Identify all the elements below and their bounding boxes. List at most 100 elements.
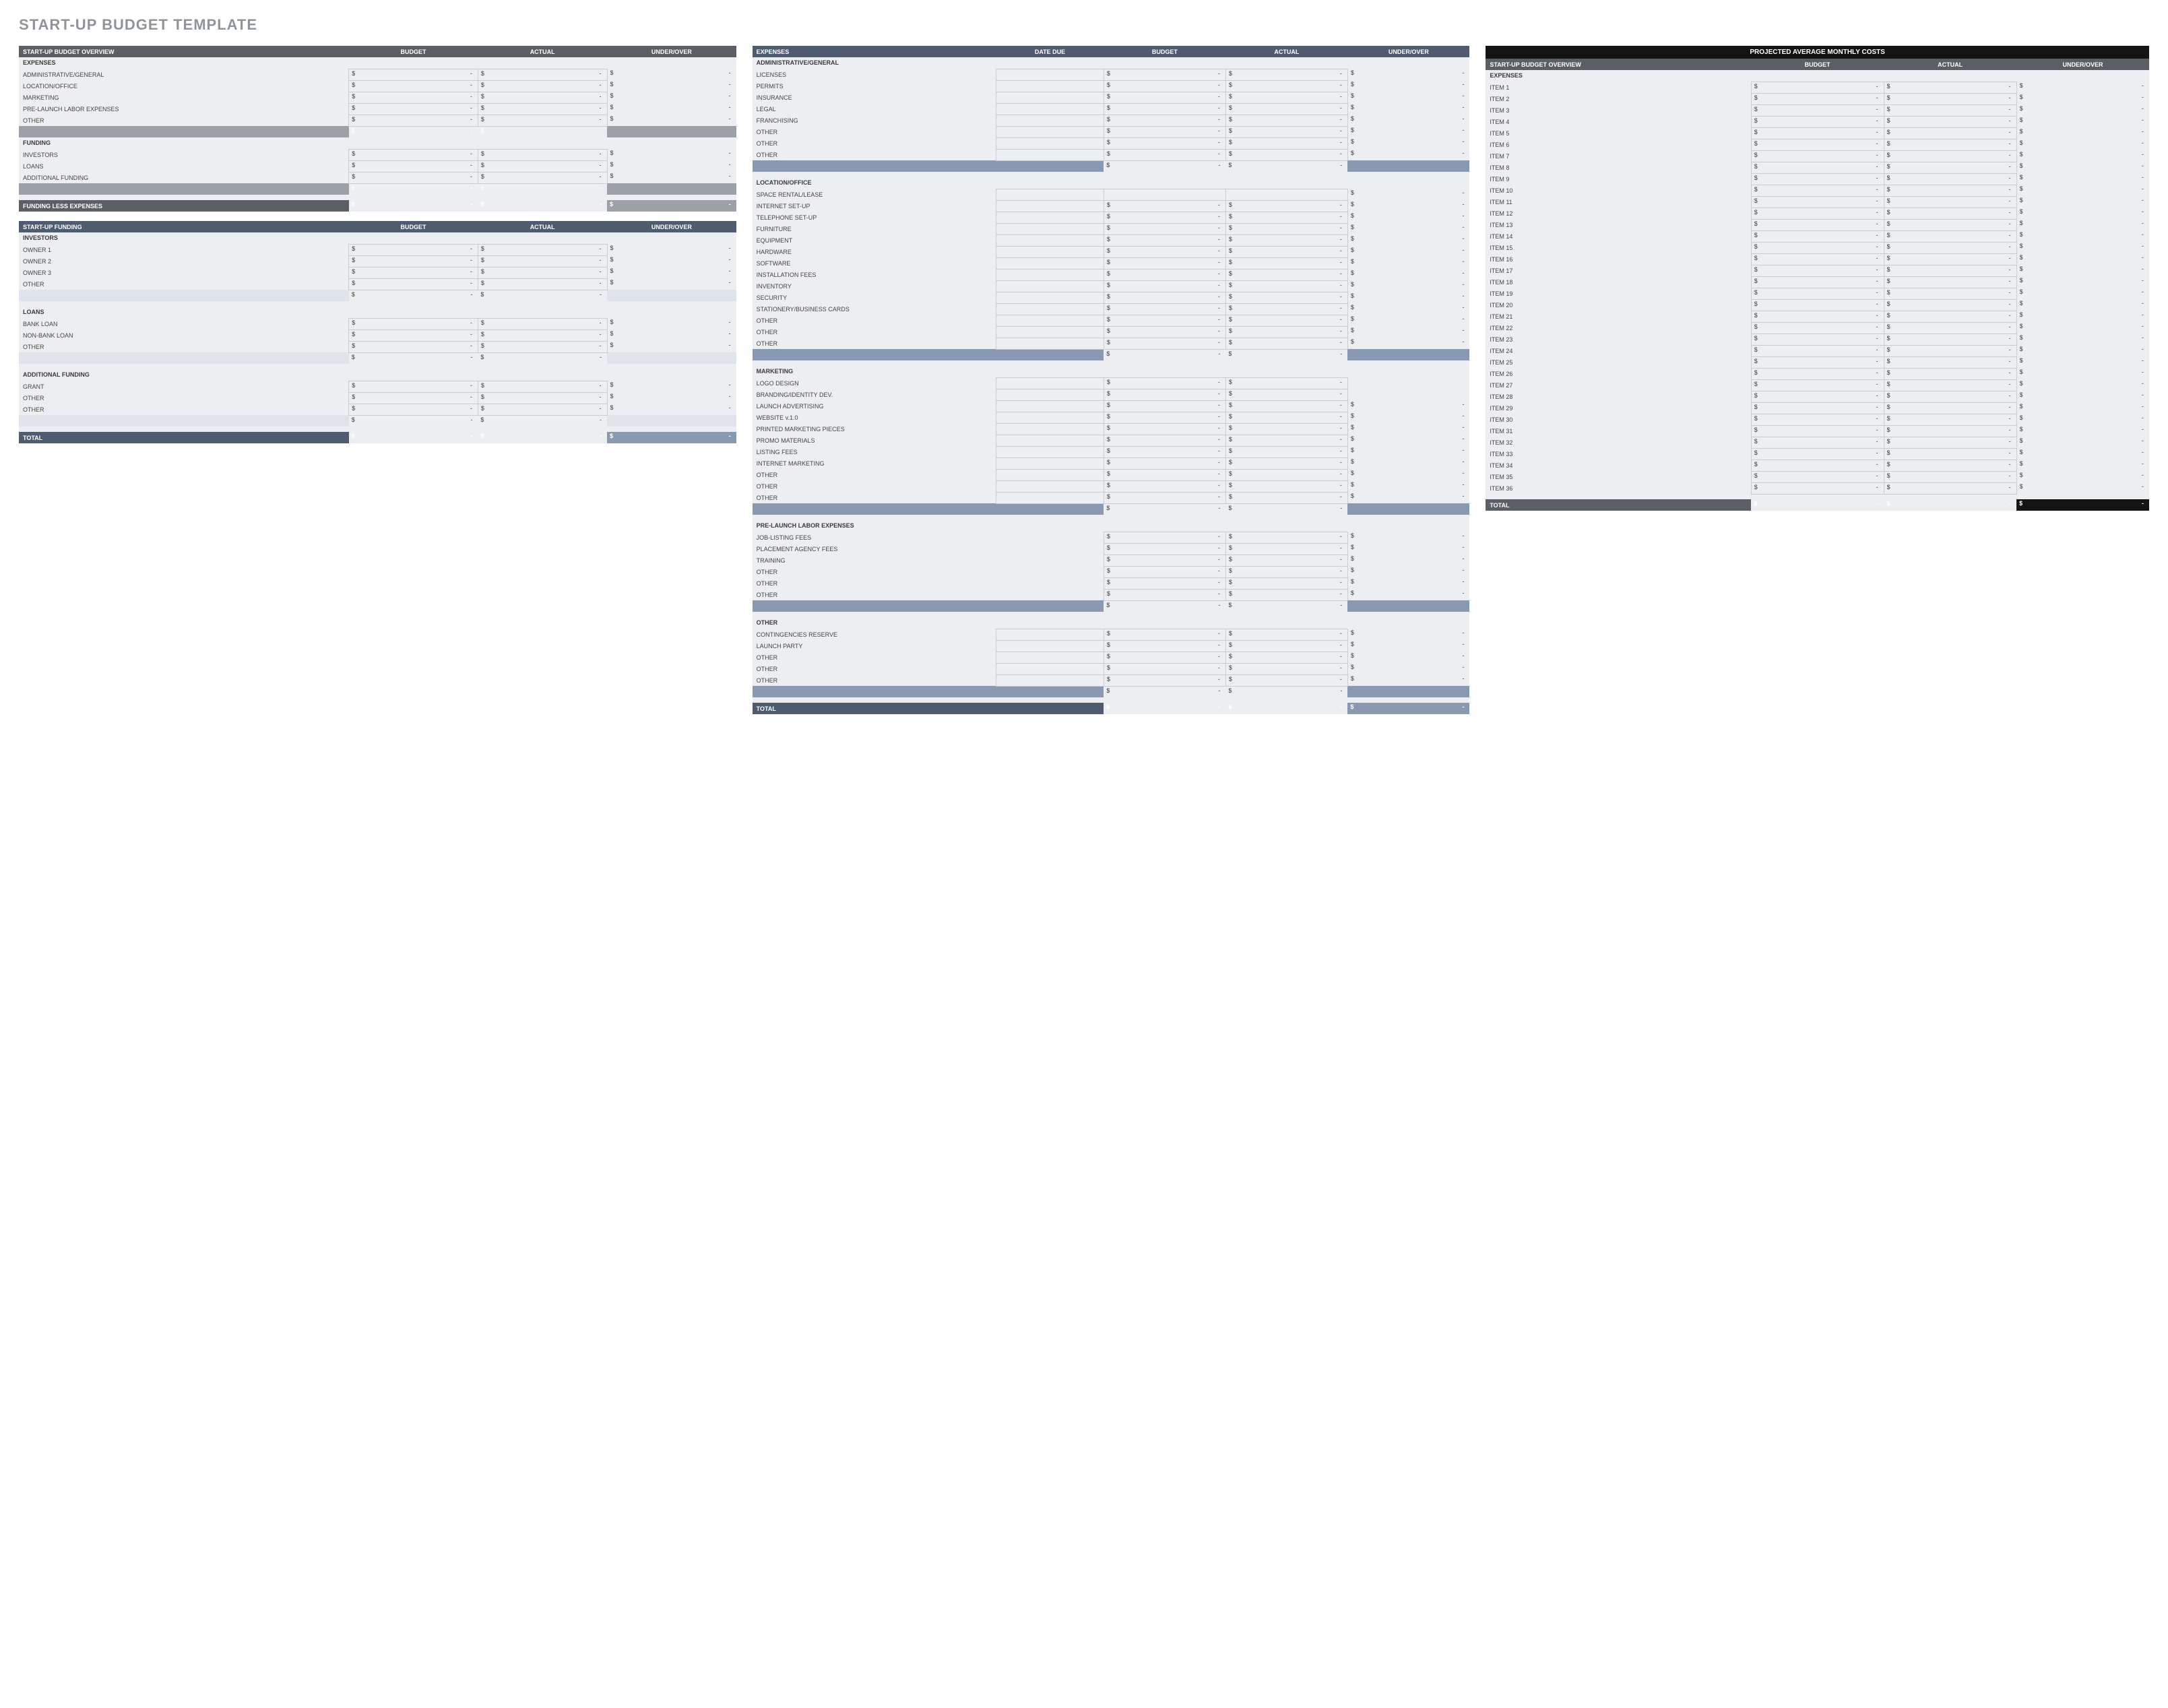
date-cell[interactable] — [996, 257, 1104, 269]
date-cell[interactable] — [996, 137, 1104, 149]
amount-cell[interactable]: $- — [1884, 299, 2016, 311]
amount-cell[interactable]: $- — [1884, 379, 2016, 391]
amount-cell[interactable]: $- — [478, 172, 607, 183]
date-cell[interactable] — [996, 412, 1104, 423]
amount-cell[interactable]: $- — [1751, 402, 1884, 414]
amount-cell[interactable]: $- — [349, 318, 478, 329]
amount-cell[interactable]: $- — [1225, 480, 1347, 492]
date-cell[interactable] — [996, 663, 1104, 674]
amount-cell[interactable]: $- — [1884, 368, 2016, 379]
amount-cell[interactable]: $- — [1225, 652, 1347, 663]
amount-cell[interactable]: $- — [1751, 437, 1884, 448]
amount-cell[interactable]: $- — [1104, 469, 1225, 480]
amount-cell[interactable]: $- — [1884, 322, 2016, 334]
amount-cell[interactable]: $- — [1884, 448, 2016, 460]
amount-cell[interactable]: $- — [1104, 326, 1225, 338]
date-cell[interactable] — [996, 92, 1104, 103]
amount-cell[interactable]: $- — [1884, 391, 2016, 402]
amount-cell[interactable]: $- — [1751, 139, 1884, 150]
amount-cell[interactable]: $- — [1884, 196, 2016, 208]
amount-cell[interactable]: $- — [1884, 242, 2016, 253]
amount-cell[interactable]: $- — [1104, 137, 1225, 149]
date-cell[interactable] — [996, 280, 1104, 292]
amount-cell[interactable]: $- — [1225, 315, 1347, 326]
amount-cell[interactable]: $- — [1884, 265, 2016, 276]
amount-cell[interactable]: $- — [1104, 640, 1225, 652]
amount-cell[interactable]: $- — [1884, 288, 2016, 299]
amount-cell[interactable]: $- — [1751, 299, 1884, 311]
amount-cell[interactable]: $- — [349, 103, 478, 115]
amount-cell[interactable]: $- — [1884, 127, 2016, 139]
amount-cell[interactable]: $- — [349, 267, 478, 278]
amount-cell[interactable]: $- — [1751, 116, 1884, 127]
amount-cell[interactable]: $- — [1225, 469, 1347, 480]
amount-cell[interactable]: $- — [349, 149, 478, 160]
date-cell[interactable] — [996, 435, 1104, 446]
amount-cell[interactable]: $- — [1884, 311, 2016, 322]
date-cell[interactable] — [996, 674, 1104, 686]
amount-cell[interactable]: $- — [349, 244, 478, 255]
date-cell[interactable] — [996, 189, 1104, 200]
amount-cell[interactable]: $- — [1751, 288, 1884, 299]
amount-cell[interactable]: $- — [1225, 663, 1347, 674]
date-cell[interactable] — [996, 246, 1104, 257]
date-cell[interactable] — [996, 446, 1104, 457]
amount-cell[interactable]: $- — [1104, 315, 1225, 326]
amount-cell[interactable]: $- — [1751, 82, 1884, 93]
amount-cell[interactable]: $- — [1225, 435, 1347, 446]
amount-cell[interactable]: $- — [1225, 223, 1347, 234]
amount-cell[interactable]: $- — [1225, 246, 1347, 257]
amount-cell[interactable]: $- — [1751, 104, 1884, 116]
date-cell[interactable] — [996, 80, 1104, 92]
amount-cell[interactable]: $- — [349, 278, 478, 290]
amount-cell[interactable]: $- — [1751, 253, 1884, 265]
amount-cell[interactable]: $- — [1104, 589, 1225, 600]
amount-cell[interactable]: $- — [1225, 457, 1347, 469]
amount-cell[interactable]: $- — [1225, 149, 1347, 160]
amount-cell[interactable]: $- — [478, 92, 607, 103]
amount-cell[interactable]: $- — [1104, 400, 1225, 412]
amount-cell[interactable]: $- — [478, 149, 607, 160]
date-cell[interactable] — [996, 423, 1104, 435]
amount-cell[interactable]: $- — [1751, 379, 1884, 391]
amount-cell[interactable]: $- — [1751, 208, 1884, 219]
amount-cell[interactable]: $- — [1225, 103, 1347, 115]
amount-cell[interactable]: $- — [1104, 457, 1225, 469]
amount-cell[interactable]: $- — [1225, 589, 1347, 600]
amount-cell[interactable]: $- — [1104, 663, 1225, 674]
amount-cell[interactable]: $- — [478, 267, 607, 278]
amount-cell[interactable]: $- — [1884, 402, 2016, 414]
date-cell[interactable] — [996, 389, 1104, 400]
date-cell[interactable] — [996, 200, 1104, 212]
amount-cell[interactable]: $- — [1751, 196, 1884, 208]
amount-cell[interactable]: $- — [1884, 104, 2016, 116]
amount-cell[interactable]: $- — [1884, 414, 2016, 425]
amount-cell[interactable]: $- — [1225, 80, 1347, 92]
amount-cell[interactable]: $- — [1751, 460, 1884, 471]
amount-cell[interactable]: $- — [1104, 246, 1225, 257]
amount-cell[interactable]: $- — [1884, 162, 2016, 173]
amount-cell[interactable]: $- — [1884, 437, 2016, 448]
date-cell[interactable] — [996, 326, 1104, 338]
date-cell[interactable] — [996, 103, 1104, 115]
amount-cell[interactable]: $- — [1104, 446, 1225, 457]
amount-cell[interactable]: $- — [1104, 223, 1225, 234]
amount-cell[interactable]: $- — [1104, 389, 1225, 400]
amount-cell[interactable]: $- — [478, 80, 607, 92]
amount-cell[interactable]: $- — [478, 341, 607, 352]
amount-cell[interactable]: $- — [478, 255, 607, 267]
amount-cell[interactable]: $- — [1225, 400, 1347, 412]
amount-cell[interactable]: $- — [1884, 116, 2016, 127]
amount-cell[interactable]: $- — [1225, 338, 1347, 349]
date-cell[interactable] — [996, 652, 1104, 663]
amount-cell[interactable]: $- — [1104, 377, 1225, 389]
amount-cell[interactable]: $- — [1751, 173, 1884, 185]
amount-cell[interactable]: $- — [349, 329, 478, 341]
amount-cell[interactable]: $- — [478, 278, 607, 290]
date-cell[interactable] — [996, 69, 1104, 80]
amount-cell[interactable]: $- — [1884, 82, 2016, 93]
amount-cell[interactable]: $- — [1884, 471, 2016, 482]
date-cell[interactable] — [996, 640, 1104, 652]
amount-cell[interactable]: $- — [1104, 92, 1225, 103]
amount-cell[interactable]: $- — [1104, 234, 1225, 246]
